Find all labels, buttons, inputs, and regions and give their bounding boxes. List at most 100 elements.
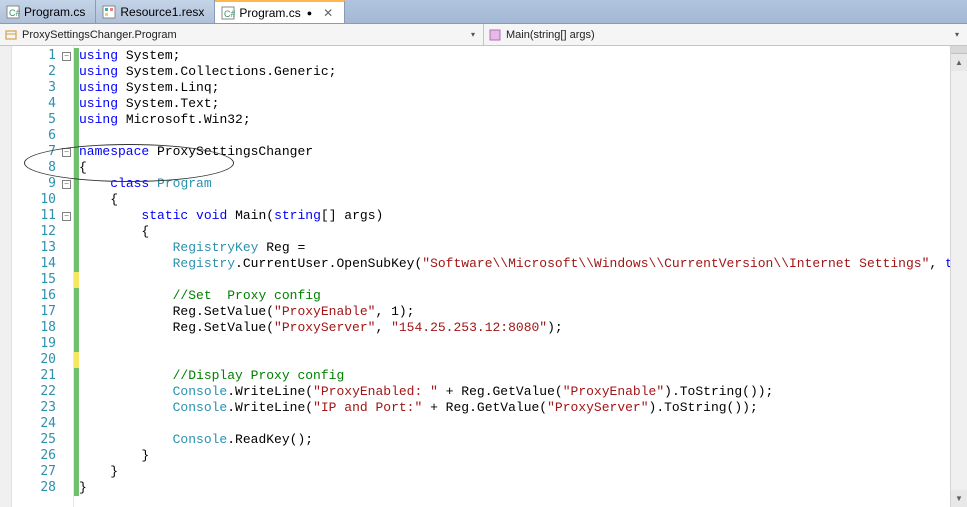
code-line[interactable]: }	[79, 480, 950, 496]
outline-cell[interactable]	[60, 448, 73, 464]
svg-text:C#: C#	[224, 9, 235, 19]
outline-cell[interactable]: −	[60, 144, 73, 160]
code-line[interactable]: using System.Text;	[79, 96, 950, 112]
line-number: 20	[12, 352, 56, 368]
code-line[interactable]	[79, 272, 950, 288]
collapse-icon[interactable]: −	[62, 212, 71, 221]
code-line[interactable]: Console.WriteLine("IP and Port:" + Reg.G…	[79, 400, 950, 416]
code-line[interactable]: using System;	[79, 48, 950, 64]
code-line[interactable]: Reg.SetValue("ProxyServer", "154.25.253.…	[79, 320, 950, 336]
outline-cell[interactable]	[60, 128, 73, 144]
outline-cell[interactable]	[60, 400, 73, 416]
outline-cell[interactable]: −	[60, 176, 73, 192]
outline-cell[interactable]	[60, 160, 73, 176]
code-line[interactable]: RegistryKey Reg =	[79, 240, 950, 256]
code-line[interactable]: using System.Linq;	[79, 80, 950, 96]
tab-program-cs-active[interactable]: C# Program.cs ● ✕	[215, 0, 345, 23]
outline-cell[interactable]	[60, 480, 73, 496]
outline-cell[interactable]	[60, 192, 73, 208]
code-line[interactable]: //Display Proxy config	[79, 368, 950, 384]
code-line[interactable]: //Set Proxy config	[79, 288, 950, 304]
code-line[interactable]: Console.WriteLine("ProxyEnabled: " + Reg…	[79, 384, 950, 400]
code-line[interactable]	[79, 352, 950, 368]
code-area[interactable]: using System;using System.Collections.Ge…	[79, 46, 950, 507]
code-line[interactable]: Registry.CurrentUser.OpenSubKey("Softwar…	[79, 256, 950, 272]
code-line[interactable]: Console.ReadKey();	[79, 432, 950, 448]
chevron-down-icon: ▾	[951, 30, 963, 39]
outline-cell[interactable]	[60, 336, 73, 352]
outline-cell[interactable]: −	[60, 208, 73, 224]
code-line[interactable]: {	[79, 224, 950, 240]
outline-cell[interactable]	[60, 416, 73, 432]
line-number: 18	[12, 320, 56, 336]
line-number: 14	[12, 256, 56, 272]
code-line[interactable]: }	[79, 464, 950, 480]
collapse-icon[interactable]: −	[62, 180, 71, 189]
code-line[interactable]	[79, 416, 950, 432]
collapse-icon[interactable]: −	[62, 52, 71, 61]
method-scope-dropdown[interactable]: Main(string[] args) ▾	[484, 24, 967, 45]
code-line[interactable]: }	[79, 448, 950, 464]
class-icon	[4, 28, 18, 42]
tab-resource1-resx[interactable]: Resource1.resx	[96, 0, 215, 23]
scroll-down-icon[interactable]: ▼	[951, 490, 967, 507]
line-number: 1	[12, 48, 56, 64]
outline-cell[interactable]	[60, 256, 73, 272]
outlining-margin[interactable]: − − − −	[60, 46, 74, 507]
line-number: 3	[12, 80, 56, 96]
outline-cell[interactable]: −	[60, 48, 73, 64]
line-number: 6	[12, 128, 56, 144]
line-number: 24	[12, 416, 56, 432]
outline-cell[interactable]	[60, 320, 73, 336]
collapse-icon[interactable]: −	[62, 148, 71, 157]
code-line[interactable]: using Microsoft.Win32;	[79, 112, 950, 128]
outline-cell[interactable]	[60, 224, 73, 240]
class-scope-text: ProxySettingsChanger.Program	[22, 29, 463, 41]
code-line[interactable]: static void Main(string[] args)	[79, 208, 950, 224]
outline-cell[interactable]	[60, 112, 73, 128]
outline-cell[interactable]	[60, 368, 73, 384]
code-line[interactable]: {	[79, 160, 950, 176]
vertical-scrollbar[interactable]: ▲ ▼	[950, 46, 967, 507]
outline-cell[interactable]	[60, 240, 73, 256]
outline-cell[interactable]	[60, 96, 73, 112]
outline-cell[interactable]	[60, 352, 73, 368]
navigation-bar: ProxySettingsChanger.Program ▾ Main(stri…	[0, 24, 967, 46]
line-number: 10	[12, 192, 56, 208]
outline-cell[interactable]	[60, 464, 73, 480]
line-number: 13	[12, 240, 56, 256]
outline-cell[interactable]	[60, 432, 73, 448]
line-number: 23	[12, 400, 56, 416]
code-line[interactable]: class Program	[79, 176, 950, 192]
method-icon	[488, 28, 502, 42]
line-number: 22	[12, 384, 56, 400]
scroll-up-icon[interactable]: ▲	[951, 54, 967, 71]
outline-cell[interactable]	[60, 288, 73, 304]
code-line[interactable]: namespace ProxySettingsChanger	[79, 144, 950, 160]
line-number: 9	[12, 176, 56, 192]
outline-cell[interactable]	[60, 304, 73, 320]
line-number: 19	[12, 336, 56, 352]
document-tabs: C# Program.cs Resource1.resx C# Program.…	[0, 0, 967, 24]
line-number: 7	[12, 144, 56, 160]
scroll-track[interactable]	[951, 71, 967, 490]
outline-cell[interactable]	[60, 64, 73, 80]
code-line[interactable]: using System.Collections.Generic;	[79, 64, 950, 80]
code-line[interactable]	[79, 128, 950, 144]
split-handle[interactable]	[951, 46, 967, 54]
line-number: 27	[12, 464, 56, 480]
code-line[interactable]: Reg.SetValue("ProxyEnable", 1);	[79, 304, 950, 320]
outline-cell[interactable]	[60, 272, 73, 288]
outline-cell[interactable]	[60, 80, 73, 96]
close-icon[interactable]: ✕	[322, 7, 334, 19]
line-number: 12	[12, 224, 56, 240]
outline-cell[interactable]	[60, 384, 73, 400]
tab-program-cs-1[interactable]: C# Program.cs	[0, 0, 96, 23]
code-line[interactable]: {	[79, 192, 950, 208]
breakpoint-margin[interactable]	[0, 46, 12, 507]
line-number: 11	[12, 208, 56, 224]
resx-file-icon	[102, 5, 116, 19]
class-scope-dropdown[interactable]: ProxySettingsChanger.Program ▾	[0, 24, 484, 45]
line-number: 26	[12, 448, 56, 464]
code-line[interactable]	[79, 336, 950, 352]
